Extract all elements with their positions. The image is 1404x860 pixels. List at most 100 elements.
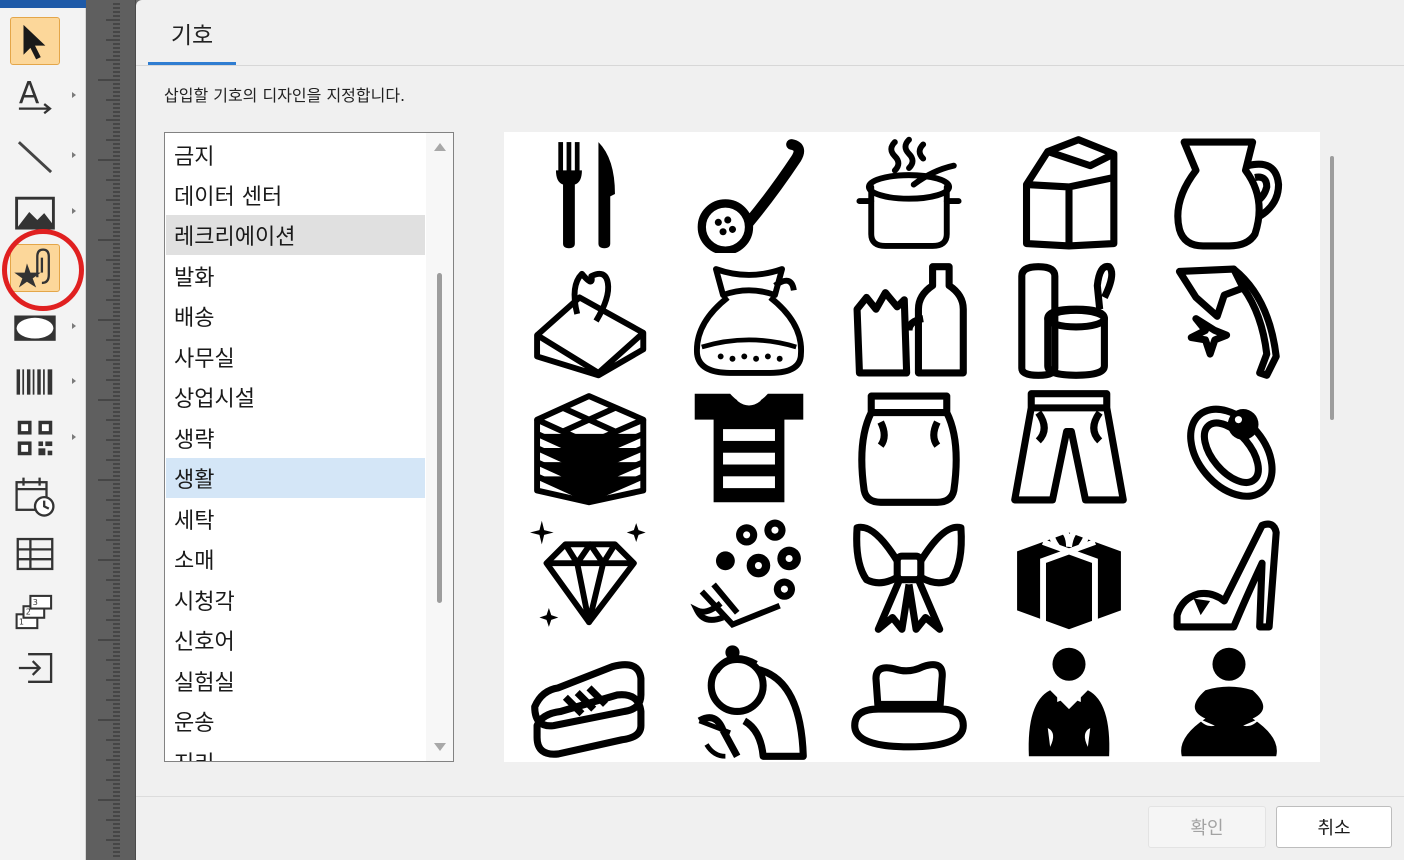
shape-tool-button[interactable] <box>10 303 76 351</box>
rice-sack-icon <box>694 266 804 376</box>
cancel-button[interactable]: 취소 <box>1276 806 1392 848</box>
symbol-cell[interactable] <box>524 135 654 253</box>
skirt-icon <box>858 392 960 506</box>
symbol-cell[interactable] <box>844 135 974 253</box>
footer-divider <box>136 796 1404 797</box>
bride-icon <box>1181 647 1277 757</box>
symbol-cell[interactable] <box>844 389 974 507</box>
tissue-box-icon <box>534 270 647 379</box>
ribbon-bow-icon <box>853 523 965 633</box>
serial-number-tool-button[interactable]: 123 <box>10 588 60 636</box>
list-item[interactable]: 시청각 <box>166 580 425 620</box>
tab-symbol[interactable]: 기호 <box>148 0 236 66</box>
ring-icon <box>1187 405 1276 500</box>
category-list[interactable]: 금지 데이터 센터 레크리에이션 발화 배송 사무실 상업시설 생략 생활 세탁… <box>164 132 454 762</box>
scroll-up-arrow-icon[interactable] <box>434 143 446 151</box>
symbol-dialog: 기호 삽입할 기호의 디자인을 지정합니다. 금지 데이터 센터 레크리에이션 … <box>136 0 1404 860</box>
list-scrollbar[interactable] <box>426 133 453 761</box>
pitcher-icon <box>1174 138 1283 250</box>
ellipse-icon <box>14 315 56 341</box>
list-item[interactable]: 지리 <box>166 742 425 761</box>
list-item[interactable]: 데이터 센터 <box>166 175 425 215</box>
symbol-scrollbar-thumb[interactable] <box>1330 156 1334 420</box>
symbol-cell[interactable] <box>1164 389 1294 507</box>
symbol-cell[interactable] <box>1164 516 1294 634</box>
symbol-cell[interactable] <box>1004 516 1134 634</box>
symbol-cell[interactable] <box>1004 389 1134 507</box>
symbol-grid[interactable] <box>504 132 1320 762</box>
symbol-cell[interactable] <box>524 643 654 761</box>
pants-icon <box>1011 390 1127 504</box>
list-item[interactable]: 사무실 <box>166 337 425 377</box>
ok-button[interactable]: 확인 <box>1148 806 1266 848</box>
stacked-clothes-icon <box>534 393 647 506</box>
table-icon <box>16 537 54 571</box>
list-item[interactable]: 실험실 <box>166 661 425 701</box>
scroll-thumb[interactable] <box>437 273 442 603</box>
list-item[interactable]: 레크리에이션 <box>166 215 425 255</box>
broken-glass-bottles-icon <box>853 263 967 377</box>
text-tool-button[interactable]: A <box>10 72 76 120</box>
gift-box-icon <box>1017 524 1121 630</box>
broken-umbrella-icon <box>1175 265 1280 379</box>
line-icon <box>17 141 53 174</box>
list-item[interactable]: 신호어 <box>166 620 425 660</box>
ladle-icon <box>697 139 805 253</box>
list-item[interactable]: 세탁 <box>166 499 425 539</box>
symbol-cell[interactable] <box>1004 643 1134 761</box>
symbol-cell[interactable] <box>1004 135 1134 253</box>
symbol-cell[interactable] <box>684 262 814 380</box>
diamond-icon <box>530 520 646 627</box>
milk-carton-icon <box>1022 136 1118 250</box>
qrcode-tool-button[interactable] <box>10 414 76 462</box>
numbered-cards-icon: 123 <box>15 594 53 630</box>
symbol-cell[interactable] <box>524 262 654 380</box>
symbol-cell[interactable] <box>844 643 974 761</box>
svg-text:3: 3 <box>33 598 38 607</box>
select-tool-button[interactable] <box>10 17 60 65</box>
symbol-cell[interactable] <box>844 516 974 634</box>
barcode-tool-button[interactable] <box>10 358 76 406</box>
scroll-down-arrow-icon[interactable] <box>434 743 446 751</box>
symbol-cell[interactable] <box>684 135 814 253</box>
fork-knife-icon <box>555 142 615 249</box>
symbol-cell[interactable] <box>1164 643 1294 761</box>
symbol-cell[interactable] <box>1164 135 1294 253</box>
list-item[interactable]: 소매 <box>166 539 425 579</box>
list-item[interactable]: 발화 <box>166 256 425 296</box>
image-icon <box>15 196 55 230</box>
symbol-cell[interactable] <box>844 262 974 380</box>
list-item[interactable]: 운송 <box>166 701 425 741</box>
symbol-cell[interactable] <box>684 643 814 761</box>
highlight-circle <box>2 229 84 311</box>
list-item[interactable]: 배송 <box>166 296 425 336</box>
flower-bouquet-icon <box>690 519 801 629</box>
svg-text:2: 2 <box>26 607 31 616</box>
ruler-ticks <box>98 3 120 857</box>
list-item[interactable]: 상업시설 <box>166 377 425 417</box>
symbol-cell[interactable] <box>524 516 654 634</box>
symbol-cell[interactable] <box>1164 262 1294 380</box>
tshirt-icon <box>694 393 804 503</box>
import-arrow-icon <box>18 653 53 683</box>
svg-text:1: 1 <box>19 618 24 627</box>
cooking-pot-icon <box>856 136 962 249</box>
calendar-tool-button[interactable] <box>10 472 60 520</box>
qrcode-icon <box>17 420 53 456</box>
tab-divider <box>136 65 1404 66</box>
symbol-cell[interactable] <box>524 389 654 507</box>
list-item[interactable]: 금지 <box>166 135 425 175</box>
svg-text:A: A <box>19 76 40 111</box>
hat-icon <box>851 661 967 751</box>
symbol-cell[interactable] <box>684 389 814 507</box>
symbol-cell[interactable] <box>684 516 814 634</box>
line-tool-button[interactable] <box>10 132 76 180</box>
import-tool-button[interactable] <box>10 644 60 692</box>
groom-icon <box>1028 647 1110 757</box>
table-tool-button[interactable] <box>10 530 60 578</box>
list-item[interactable]: 생활 <box>166 458 425 498</box>
vertical-ruler <box>86 0 136 860</box>
list-item[interactable]: 생략 <box>166 418 425 458</box>
symbol-cell[interactable] <box>1004 262 1134 380</box>
text-a-icon: A <box>19 76 52 115</box>
